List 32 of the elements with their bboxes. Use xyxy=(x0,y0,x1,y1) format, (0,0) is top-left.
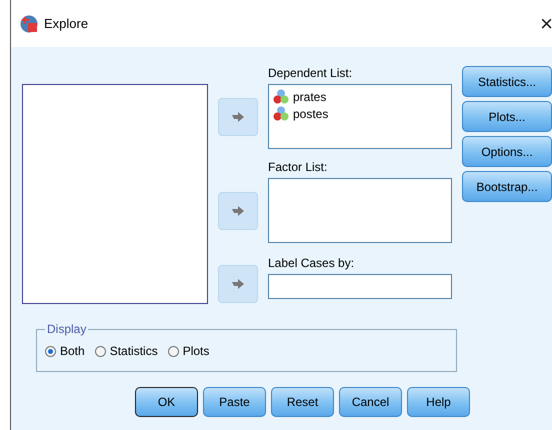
window-title: Explore xyxy=(44,16,90,31)
group-title: Display xyxy=(46,322,88,336)
label-cases-field[interactable] xyxy=(268,274,452,299)
arrow-icon xyxy=(231,278,245,290)
factor-list-label: Factor List: xyxy=(268,160,328,176)
dialog-button[interactable]: Help xyxy=(407,387,470,417)
variable-icon xyxy=(273,106,289,121)
dialog-button[interactable]: Cancel xyxy=(339,387,402,417)
dialog-button[interactable]: Statistics... xyxy=(462,66,552,97)
variable-name[interactable]: prates xyxy=(293,90,326,104)
variable-icon xyxy=(273,89,289,104)
dialog-button[interactable]: OK xyxy=(135,387,198,417)
dialog-button[interactable]: Options... xyxy=(462,136,552,167)
move-button[interactable] xyxy=(218,98,258,136)
radio-option[interactable]: Both xyxy=(45,344,85,358)
radio-option[interactable]: Statistics xyxy=(94,344,158,358)
variable-name[interactable]: postes xyxy=(293,106,328,120)
dialog-button[interactable]: Reset xyxy=(271,387,334,417)
label-cases-label: Label Cases by: xyxy=(268,256,356,272)
arrow-icon xyxy=(231,111,245,123)
move-button[interactable] xyxy=(218,192,258,230)
radio-option[interactable]: Plots xyxy=(168,344,210,358)
move-button[interactable] xyxy=(218,265,258,303)
app-icon xyxy=(20,14,38,32)
dialog-button[interactable]: Plots... xyxy=(462,101,552,132)
dependent-list-label: Dependent List: xyxy=(268,66,354,82)
dependent-list[interactable]: prates postes xyxy=(268,84,452,149)
dialog-button[interactable]: Paste xyxy=(203,387,266,417)
dialog-button[interactable]: Bootstrap... xyxy=(462,171,552,202)
factor-list[interactable] xyxy=(268,178,452,243)
close-button[interactable]: × xyxy=(531,12,552,34)
arrow-icon xyxy=(231,205,245,217)
